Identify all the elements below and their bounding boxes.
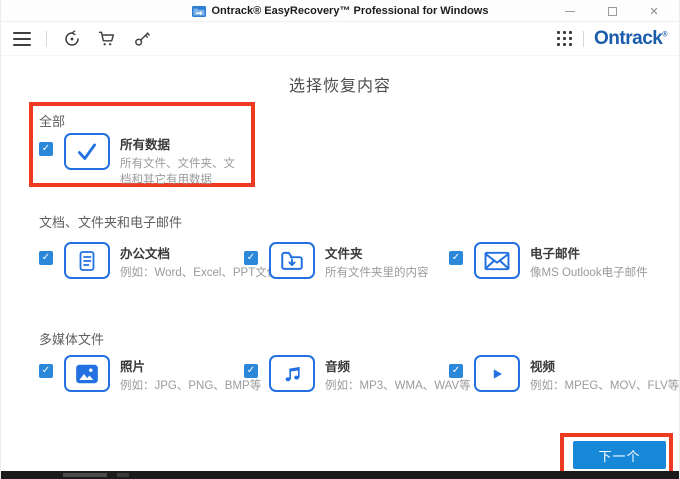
app-window: Ontrack® EasyRecovery™ Professional for … [0, 0, 680, 479]
folder-icon[interactable] [269, 242, 315, 279]
audio-icon[interactable] [269, 355, 315, 392]
photo-icon[interactable] [64, 355, 110, 392]
checkbox-folders[interactable]: ✓ [244, 251, 258, 265]
section-label-media: 多媒体文件 [39, 332, 105, 347]
video-icon[interactable] [474, 355, 520, 392]
item-title: 文件夹 [325, 247, 363, 261]
checkbox-audio[interactable]: ✓ [244, 364, 258, 378]
checkbox-all-data[interactable]: ✓ [39, 142, 53, 156]
checkbox-video[interactable]: ✓ [449, 364, 463, 378]
minimize-button[interactable] [549, 0, 591, 22]
document-icon[interactable] [64, 242, 110, 279]
toolbar-separator [583, 31, 585, 47]
checkbox-email[interactable]: ✓ [449, 251, 463, 265]
ontrack-logo: Ontrack® [594, 28, 667, 49]
email-icon[interactable] [474, 242, 520, 279]
grid-icon[interactable] [557, 31, 573, 47]
close-button[interactable]: ✕ [633, 0, 675, 22]
item-title: 所有数据 [120, 138, 171, 152]
item-desc: 像MS Outlook电子邮件 [530, 267, 648, 279]
item-title: 照片 [120, 360, 146, 374]
menu-icon[interactable] [13, 30, 31, 48]
window-controls: ✕ [549, 0, 675, 22]
page-title: 选择恢复内容 [288, 78, 391, 95]
item-desc: 所有文件夹里的内容 [325, 267, 429, 279]
checkbox-office-docs[interactable]: ✓ [39, 251, 53, 265]
history-icon[interactable] [62, 29, 82, 49]
bottom-taskbar-strip [1, 471, 679, 479]
section-label-docs: 文档、文件夹和电子邮件 [39, 215, 183, 230]
window-title: Ontrack® EasyRecovery™ Professional for … [211, 4, 489, 17]
next-button[interactable]: 下一个 [573, 441, 666, 469]
toolbar-separator [46, 31, 47, 47]
cart-icon[interactable] [97, 29, 117, 49]
item-desc: 例如：MPEG、MOV、FLV等 [530, 380, 680, 392]
item-email[interactable]: ✓ 电子邮件 像MS Outlook电子邮件 [449, 242, 649, 282]
item-desc: 所有文件、文件夹、文档和其它有用数据 [120, 158, 235, 186]
checkbox-photos[interactable]: ✓ [39, 364, 53, 378]
check-icon[interactable] [64, 133, 110, 170]
item-video[interactable]: ✓ 视频 例如：MPEG、MOV、FLV等 [449, 355, 679, 395]
item-folders[interactable]: ✓ 文件夹 所有文件夹里的内容 [244, 242, 444, 282]
app-icon [191, 5, 206, 17]
item-office-docs[interactable]: ✓ 办公文档 例如：Word、Excel、PPT文件 [39, 242, 278, 282]
item-title: 电子邮件 [530, 247, 581, 261]
maximize-button[interactable] [591, 0, 633, 22]
key-icon[interactable] [132, 29, 152, 49]
toolbar: Ontrack® [1, 23, 679, 56]
title-bar: Ontrack® EasyRecovery™ Professional for … [1, 0, 679, 22]
item-desc: 例如：JPG、PNG、BMP等 [120, 380, 262, 392]
section-label-all: 全部 [39, 114, 66, 129]
item-title: 视频 [530, 360, 556, 374]
item-audio[interactable]: ✓ 音频 例如：MP3、WMA、WAV等 [244, 355, 471, 395]
item-all-data[interactable]: ✓ 所有数据 所有文件、文件夹、文档和其它有用数据 [39, 133, 239, 188]
item-photos[interactable]: ✓ 照片 例如：JPG、PNG、BMP等 [39, 355, 261, 395]
